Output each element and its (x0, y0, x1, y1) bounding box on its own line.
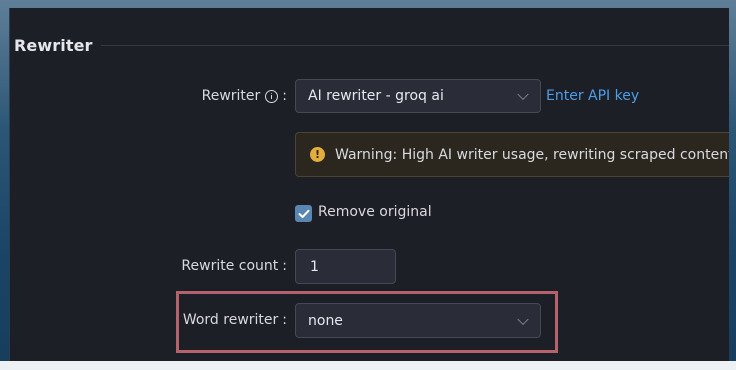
rewriter-select[interactable]: AI rewriter - groq ai (295, 79, 541, 113)
rewrite-count-colon: : (282, 258, 287, 274)
info-circle-icon[interactable] (265, 89, 279, 103)
remove-original-label[interactable]: Remove original (318, 204, 432, 220)
rewriter-select-value: AI rewriter - groq ai (308, 88, 444, 104)
rewrite-count-label: Rewrite count (181, 258, 279, 274)
word-rewriter-select[interactable]: none (295, 303, 541, 338)
warning-circle-icon: ! (310, 147, 325, 162)
rewriter-colon: : (282, 88, 287, 104)
section-title: Rewriter (14, 36, 93, 55)
rewrite-count-label-row: Rewrite count : (181, 258, 287, 274)
chevron-down-icon (517, 88, 529, 101)
chevron-down-icon (517, 313, 529, 325)
window-bottom-strip (0, 361, 736, 370)
word-rewriter-colon: : (282, 312, 287, 328)
word-rewriter-select-value: none (308, 312, 343, 329)
word-rewriter-label-row: Word rewriter : (183, 312, 287, 328)
rewriter-label: Rewriter (201, 88, 261, 104)
rewriter-label-row: Rewriter : (202, 88, 287, 104)
remove-original-checkbox[interactable] (295, 205, 312, 222)
warning-text: Warning: High AI writer usage, rewriting… (335, 146, 729, 163)
enter-api-key-link[interactable]: Enter API key (546, 88, 639, 104)
settings-panel: Rewriter Rewriter : AI rewriter - groq a… (9, 8, 729, 361)
rewrite-count-input[interactable]: 1 (295, 249, 396, 284)
checkmark-icon (298, 209, 309, 218)
warning-banner: ! Warning: High AI writer usage, rewriti… (295, 132, 729, 177)
section-divider (101, 45, 729, 46)
word-rewriter-label: Word rewriter (182, 312, 279, 328)
